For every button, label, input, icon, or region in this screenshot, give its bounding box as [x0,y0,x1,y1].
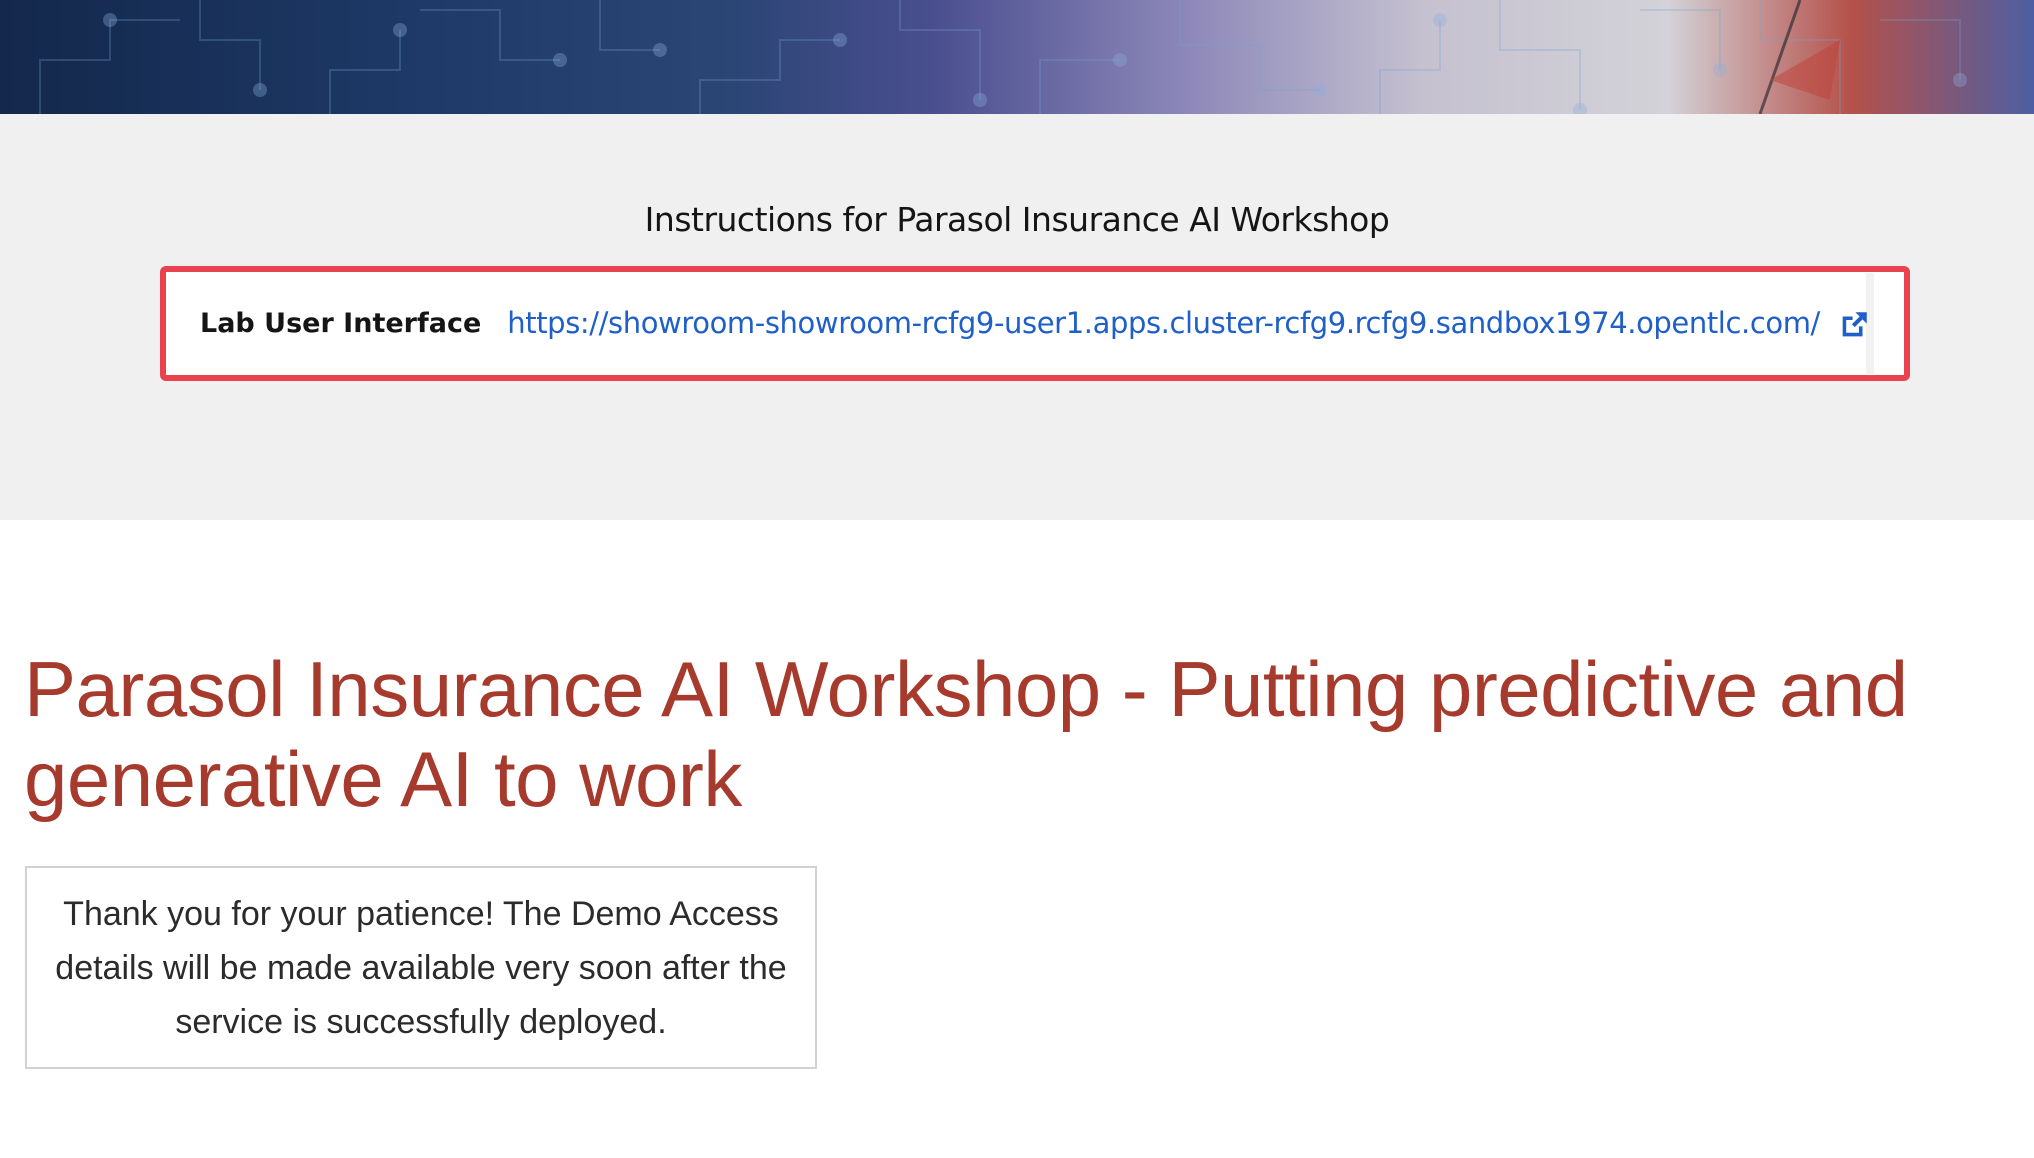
lab-user-interface-label: Lab User Interface [200,308,482,339]
lab-user-interface-url: https://showroom-showroom-rcfg9-user1.ap… [507,305,1820,340]
lab-user-interface-row: Lab User Interface https://showroom-show… [174,273,1874,374]
lab-user-interface-link[interactable]: https://showroom-showroom-rcfg9-user1.ap… [507,306,1871,342]
workshop-heading: Parasol Insurance AI Workshop - Putting … [24,645,1908,823]
header-banner [0,0,2034,114]
lab-user-interface-box: Lab User Interface https://showroom-show… [160,266,1910,381]
external-link-icon[interactable] [1837,308,1871,342]
deployment-notice-box: Thank you for your patience! The Demo Ac… [25,866,817,1069]
circuit-pattern-graphic [39,0,1967,114]
page-title: Instructions for Parasol Insurance AI Wo… [644,200,1390,239]
deployment-notice-text: Thank you for your patience! The Demo Ac… [55,894,787,1041]
